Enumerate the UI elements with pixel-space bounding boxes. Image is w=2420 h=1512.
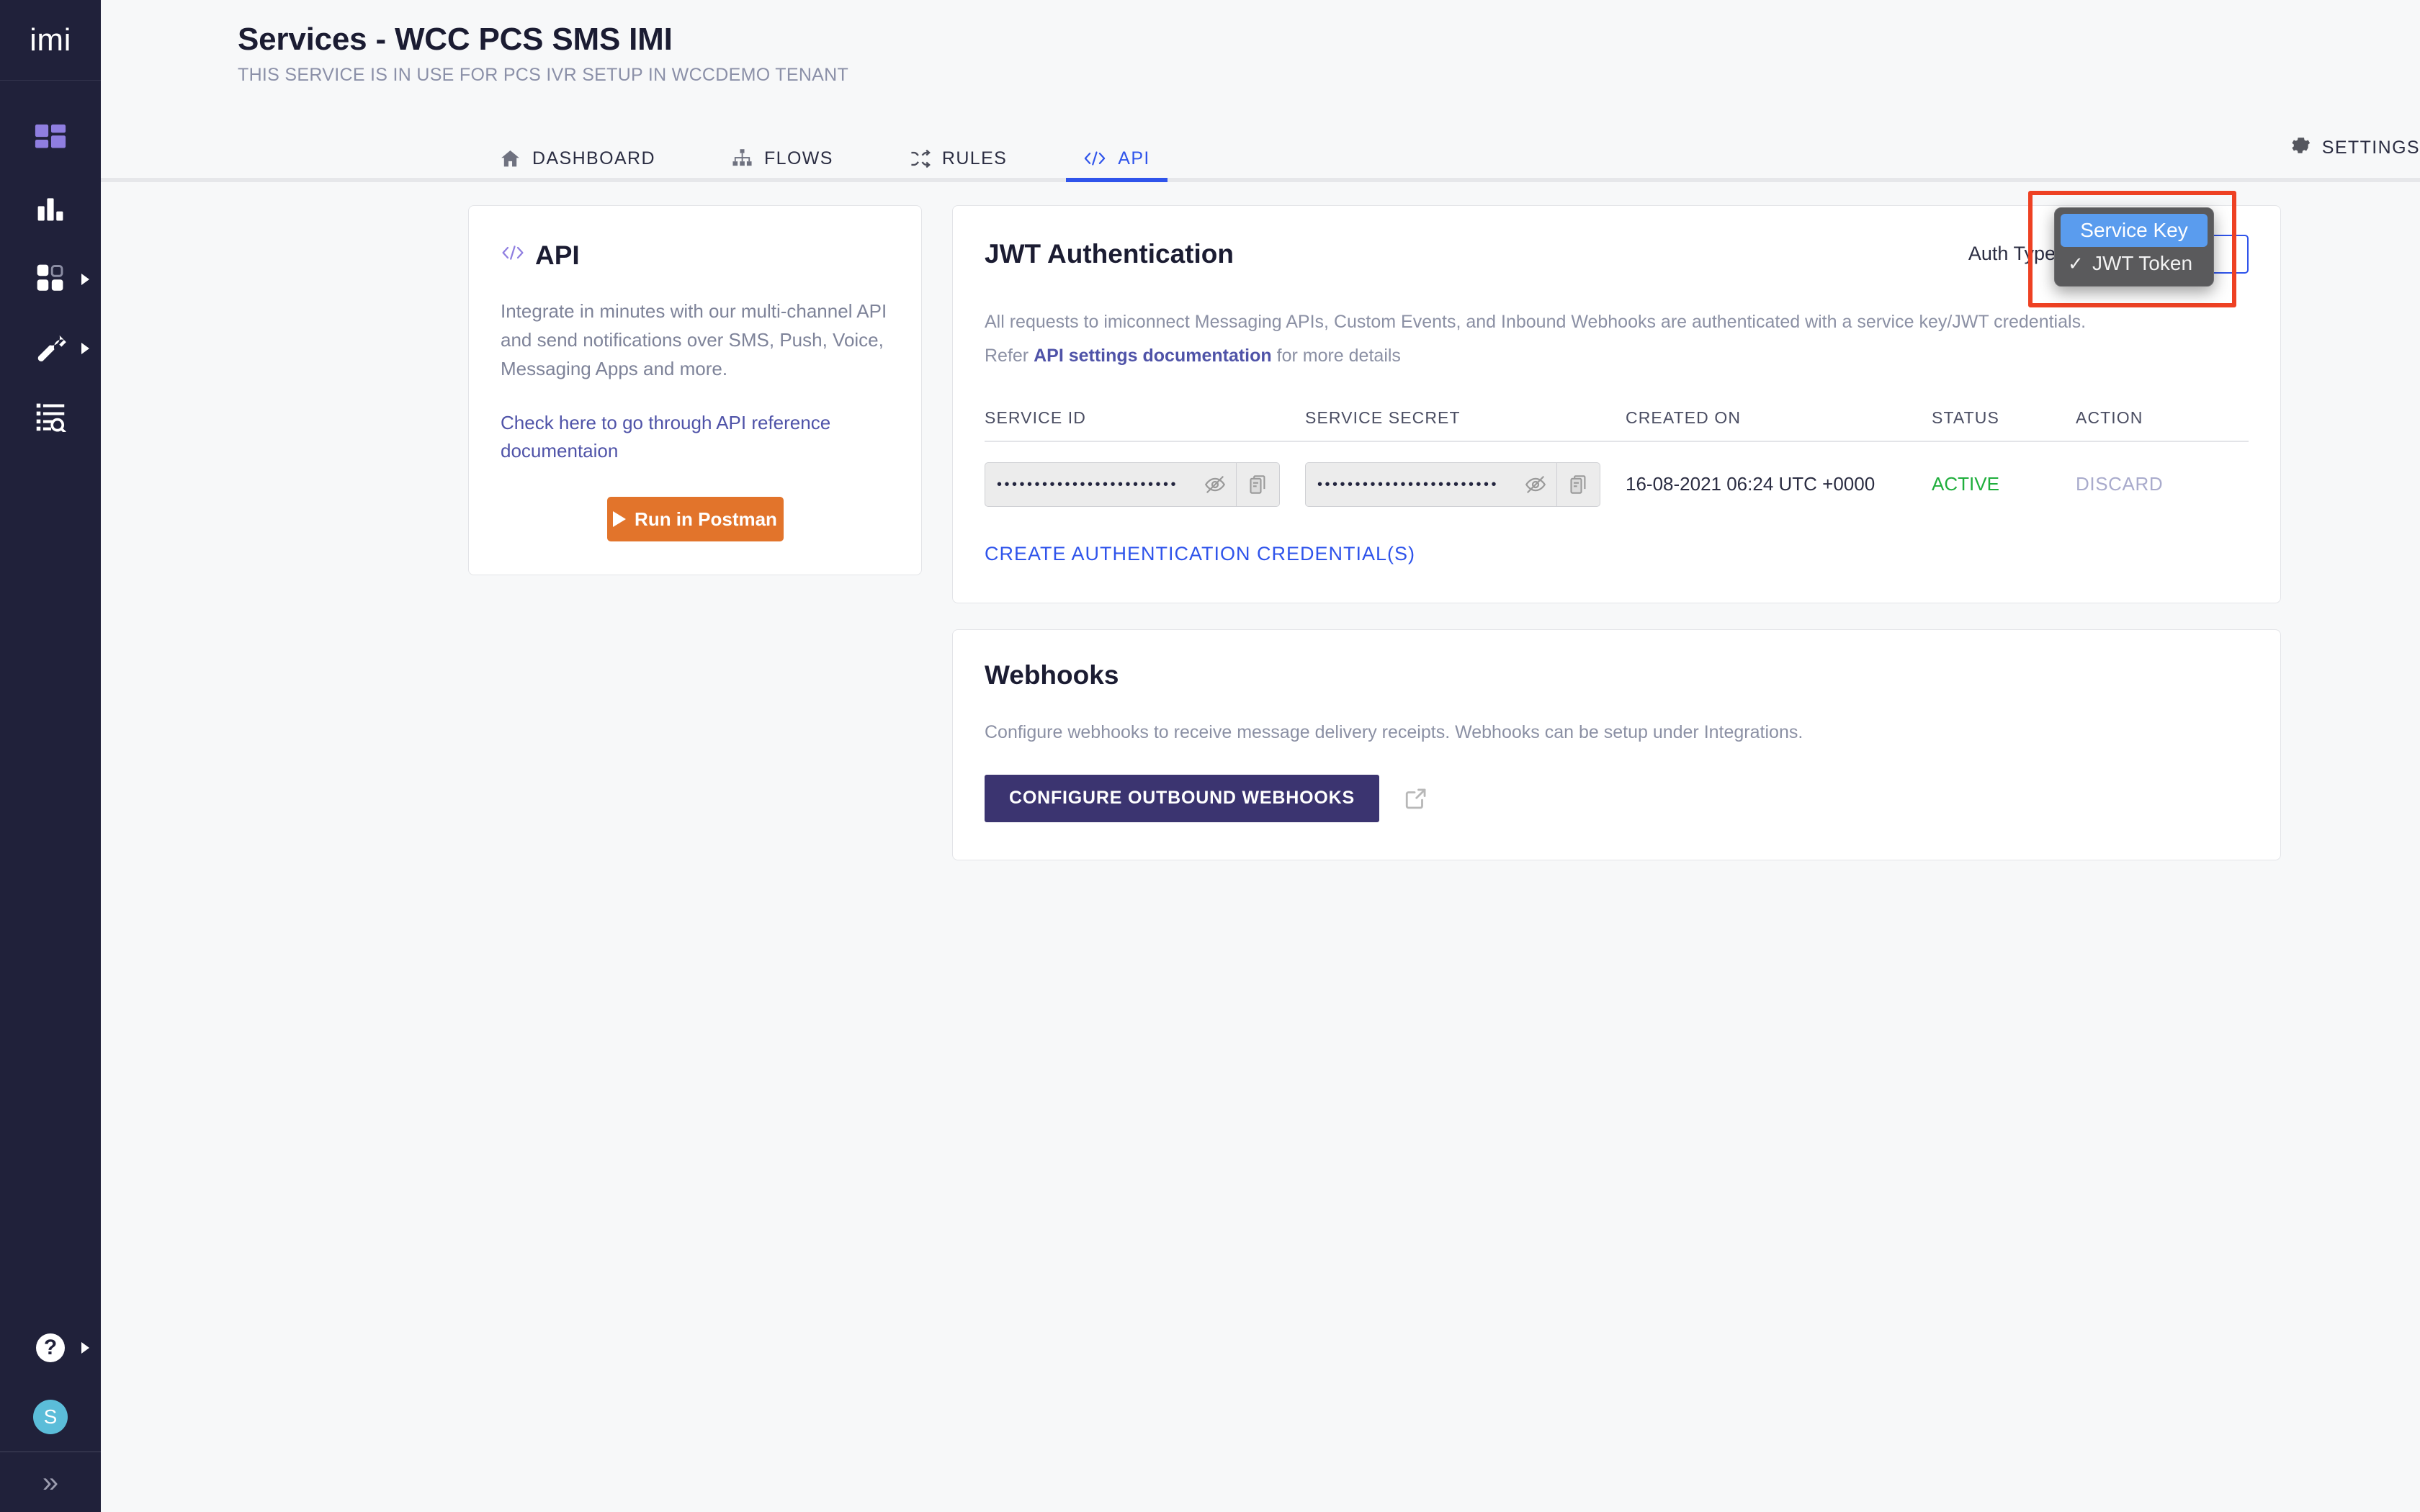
jwt-description-line1: All requests to imiconnect Messaging API… [985, 311, 2087, 332]
api-info-card: API Integrate in minutes with our multi-… [468, 204, 922, 576]
grid-purple-icon [34, 123, 67, 160]
double-chevron-right-icon: » [42, 1466, 59, 1498]
sidebar-item-apps[interactable] [0, 245, 101, 314]
column-header-status: STATUS [1932, 408, 1999, 427]
jwt-refer-tail: for more details [1271, 346, 1401, 366]
tab-settings[interactable]: SETTINGS [2289, 127, 2420, 182]
api-card-title: API [535, 240, 580, 270]
dropdown-option-service-key[interactable]: Service Key [2061, 214, 2208, 247]
tab-label: SETTINGS [2321, 138, 2420, 158]
eye-off-icon[interactable] [1194, 474, 1236, 495]
auth-type-label: Auth Type [1968, 243, 2056, 265]
tab-label: RULES [941, 148, 1008, 168]
table-header-row: SERVICE ID SERVICE SECRET CREATED ON STA… [985, 408, 2249, 442]
eye-off-icon[interactable] [1515, 474, 1556, 495]
sidebar: imi ? S » [0, 0, 101, 1512]
flow-tree-icon [732, 148, 753, 169]
api-reference-link[interactable]: Check here to go through API reference d… [501, 409, 889, 465]
tab-list: DASHBOARD FLOWS RULES API [101, 127, 2420, 182]
auth-type-dropdown-menu[interactable]: Service Key ✓ JWT Token [2054, 207, 2214, 287]
app-root: imi ? S » Services - WCC PCS SMS IMI THI… [0, 0, 2420, 1512]
copy-icon[interactable] [1556, 462, 1600, 506]
dropdown-option-label: JWT Token [2092, 252, 2193, 274]
create-credentials-link[interactable]: CREATE AUTHENTICATION CREDENTIAL(S) [985, 543, 2249, 565]
cell-service-secret: •••••••••••••••••••••••• [1305, 462, 1626, 507]
list-search-icon [35, 400, 66, 436]
shuffle-icon [910, 148, 931, 169]
credentials-table: SERVICE ID SERVICE SECRET CREATED ON STA… [985, 408, 2249, 507]
logo-text: imi [30, 22, 71, 58]
right-column: JWT Authentication Auth Type All request… [952, 204, 2281, 860]
discard-action-link[interactable]: DISCARD [2076, 473, 2249, 495]
sidebar-item-analytics[interactable] [0, 176, 101, 245]
service-id-value: •••••••••••••••••••••••• [997, 477, 1179, 492]
help-icon: ? [36, 1333, 65, 1362]
column-header-service-secret: SERVICE SECRET [1305, 408, 1461, 427]
tab-label: DASHBOARD [532, 148, 655, 168]
code-icon [1083, 148, 1106, 168]
service-secret-field[interactable]: •••••••••••••••••••••••• [1305, 462, 1600, 507]
page-title: Services - WCC PCS SMS IMI [238, 22, 673, 57]
page-subtitle: THIS SERVICE IS IN USE FOR PCS IVR SETUP… [238, 64, 849, 85]
gear-icon [2289, 135, 2311, 161]
main-area: Services - WCC PCS SMS IMI THIS SERVICE … [101, 0, 2420, 1512]
tab-flows[interactable]: FLOWS [714, 148, 851, 182]
dropdown-option-jwt-token[interactable]: ✓ JWT Token [2061, 247, 2208, 280]
chevron-right-icon [81, 343, 89, 354]
tab-bar: DASHBOARD FLOWS RULES API SETTINGS [101, 127, 2420, 182]
sidebar-collapse-toggle[interactable]: » [0, 1452, 101, 1512]
webhooks-description: Configure webhooks to receive message de… [985, 721, 1803, 742]
jwt-refer-text: Refer [985, 346, 1034, 366]
dropdown-option-label: Service Key [2080, 219, 2188, 241]
jwt-card-title: JWT Authentication [985, 238, 1234, 269]
page-header: Services - WCC PCS SMS IMI THIS SERVICE … [101, 0, 2420, 86]
run-in-postman-label: Run in Postman [635, 508, 777, 530]
tab-rules[interactable]: RULES [892, 148, 1024, 182]
service-id-field[interactable]: •••••••••••••••••••••••• [985, 462, 1280, 507]
run-in-postman-button[interactable]: Run in Postman [606, 497, 784, 542]
cell-created-on: 16-08-2021 06:24 UTC +0000 [1626, 473, 1876, 495]
jwt-description: All requests to imiconnect Messaging API… [985, 305, 2249, 374]
home-icon [500, 148, 521, 169]
column-header-action: ACTION [2076, 408, 2143, 427]
sidebar-item-logs[interactable] [0, 383, 101, 452]
sidebar-nav-top [0, 81, 101, 452]
wrench-icon [34, 330, 67, 367]
sidebar-item-tools[interactable] [0, 314, 101, 383]
logo[interactable]: imi [0, 0, 101, 81]
tab-api[interactable]: API [1066, 148, 1168, 182]
sidebar-item-help[interactable]: ? [0, 1313, 101, 1382]
jwt-description-line2: Refer API settings documentation for mor… [985, 339, 2249, 374]
webhooks-card: Webhooks Configure webhooks to receive m… [952, 629, 2281, 860]
api-card-description: Integrate in minutes with our multi-chan… [501, 300, 887, 380]
check-icon: ✓ [2068, 252, 2084, 274]
webhooks-title: Webhooks [985, 660, 1119, 690]
cell-service-id: •••••••••••••••••••••••• [985, 462, 1305, 507]
external-link-icon[interactable] [1404, 786, 1428, 811]
service-secret-value: •••••••••••••••••••••••• [1317, 477, 1500, 492]
configure-outbound-webhooks-button[interactable]: CONFIGURE OUTBOUND WEBHOOKS [985, 774, 1379, 822]
avatar: S [33, 1400, 68, 1434]
column-header-created-on: CREATED ON [1626, 408, 1742, 427]
apps-grid-icon [35, 262, 66, 297]
api-card-header: API [501, 240, 889, 271]
sidebar-item-profile[interactable]: S [0, 1382, 101, 1452]
api-settings-documentation-link[interactable]: API settings documentation [1034, 346, 1272, 366]
tab-dashboard[interactable]: DASHBOARD [483, 148, 673, 182]
chevron-right-icon [81, 1342, 89, 1354]
sidebar-nav-bottom: ? S [0, 1313, 101, 1452]
bar-chart-icon [35, 193, 66, 228]
webhooks-actions: CONFIGURE OUTBOUND WEBHOOKS [985, 774, 2249, 822]
tab-label: FLOWS [763, 148, 833, 168]
play-icon [613, 511, 627, 528]
tab-label: API [1118, 148, 1150, 168]
column-header-service-id: SERVICE ID [985, 408, 1086, 427]
sidebar-item-dashboard-grid[interactable] [0, 107, 101, 176]
code-icon [501, 243, 525, 269]
status-badge: ACTIVE [1932, 473, 1999, 495]
chevron-right-icon [81, 274, 89, 285]
table-row: •••••••••••••••••••••••• •••••••••••••••… [985, 442, 2249, 507]
copy-icon[interactable] [1236, 462, 1279, 506]
